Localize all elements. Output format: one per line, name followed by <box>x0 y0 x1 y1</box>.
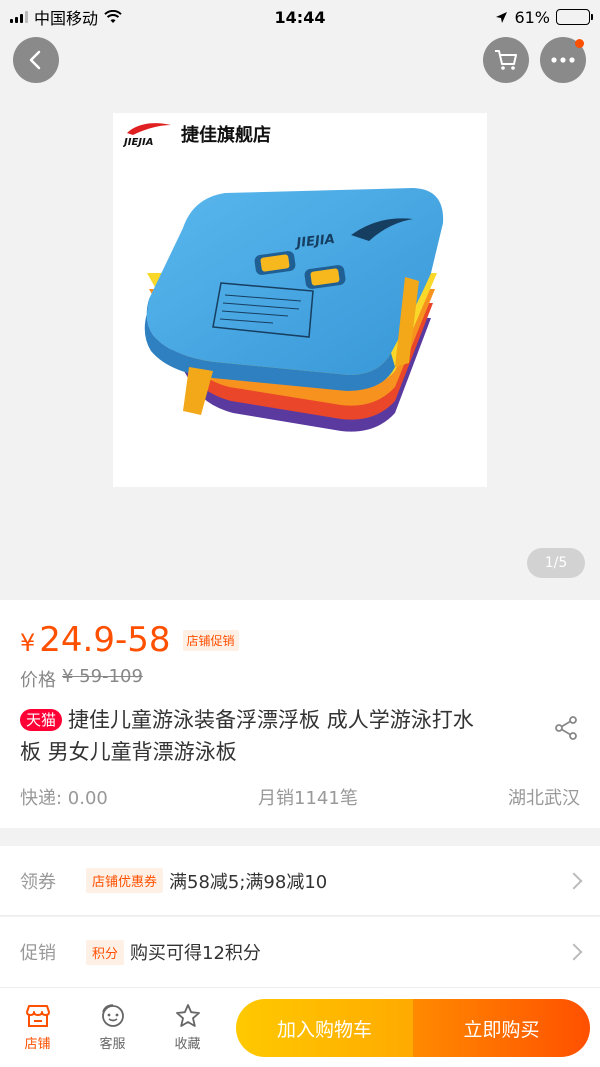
buy-now-button[interactable]: 立即购买 <box>413 999 590 1057</box>
battery-percent: 61% <box>514 7 550 27</box>
price-row: ¥ 24.9-58 店铺促销 <box>20 620 239 660</box>
favorite-label: 收藏 <box>174 1037 201 1052</box>
price-currency: ¥ <box>20 629 36 657</box>
customer-service-button[interactable]: 客服 <box>75 1003 150 1052</box>
promotion-text: 购买可得12积分 <box>130 943 261 964</box>
monthly-sales: 月销1141笔 <box>258 788 358 809</box>
product-gallery[interactable]: JIEJIA 捷佳旗舰店 JIEJIA 1/5 <box>0 0 600 600</box>
promotion-label: 促销 <box>20 943 56 964</box>
shopping-cart-icon <box>495 50 517 70</box>
back-button[interactable] <box>13 37 59 83</box>
battery-icon <box>556 9 593 25</box>
purchase-buttons: 加入购物车 立即购买 <box>236 999 590 1057</box>
product-info-card: ¥ 24.9-58 店铺促销 价格 ¥ 59-109 天猫 捷佳儿童游泳装备浮漂浮… <box>0 600 600 828</box>
notification-dot <box>575 39 584 48</box>
points-tag: 积分 <box>86 939 125 965</box>
original-price-label: 价格 <box>20 670 56 691</box>
coupon-text: 满58减5;满98减10 <box>169 871 328 893</box>
gallery-page-indicator: 1/5 <box>527 548 585 578</box>
store-label: 店铺 <box>24 1037 51 1052</box>
chevron-right-icon <box>565 872 583 889</box>
star-icon <box>175 1004 200 1027</box>
favorite-button[interactable]: 收藏 <box>150 1003 225 1052</box>
bottom-action-bar: 店铺 客服 收藏 加入购物车 立即购买 <box>0 987 600 1067</box>
coupon-row[interactable]: 领券 店铺优惠券 满58减5;满98减10 <box>0 846 600 916</box>
location-arrow-icon <box>496 11 508 23</box>
shipping-fee: 快递: 0.00 <box>20 788 108 809</box>
product-title-text: 捷佳儿童游泳装备浮漂浮板 成人学游泳打水板 男女儿童背漂游泳板 <box>20 708 474 764</box>
signal-icon <box>10 11 28 23</box>
status-right: 61% <box>495 7 593 27</box>
carrier-label: 中国移动 <box>34 9 99 28</box>
wifi-icon <box>104 10 122 23</box>
original-price: ¥ 59-109 <box>62 666 143 687</box>
cart-button[interactable] <box>483 37 529 83</box>
store-promo-tag: 店铺促销 <box>182 630 239 651</box>
chevron-right-icon <box>565 943 583 961</box>
share-button[interactable] <box>552 714 580 742</box>
more-menu-button[interactable] <box>540 37 586 83</box>
status-bar: 中国移动 14:44 61% <box>0 0 600 34</box>
ship-from-location: 湖北武汉 <box>508 788 580 809</box>
kickboard-illustration: JIEJIA <box>144 188 444 432</box>
chevron-left-icon <box>29 50 41 70</box>
status-left: 中国移动 <box>10 5 122 29</box>
more-dots-icon <box>551 57 575 63</box>
store-icon <box>25 1005 50 1027</box>
customer-service-icon <box>101 1004 124 1027</box>
store-button[interactable]: 店铺 <box>0 1003 75 1052</box>
product-image[interactable]: JIEJIA 捷佳旗舰店 JIEJIA <box>113 113 487 487</box>
meta-row: 快递: 0.00 月销1141笔 湖北武汉 <box>20 784 580 810</box>
coupon-label: 领券 <box>20 871 56 893</box>
coupon-tag: 店铺优惠券 <box>86 868 164 893</box>
share-icon <box>555 716 577 740</box>
promotion-row[interactable]: 促销 积分 购买可得12积分 <box>0 917 600 987</box>
add-to-cart-button[interactable]: 加入购物车 <box>236 999 413 1057</box>
product-title: 天猫 捷佳儿童游泳装备浮漂浮板 成人学游泳打水板 男女儿童背漂游泳板 <box>20 704 490 768</box>
current-price: 24.9-58 <box>39 620 171 660</box>
customer-service-label: 客服 <box>99 1037 126 1052</box>
tmall-badge: 天猫 <box>20 709 63 731</box>
original-price-row: 价格 ¥ 59-109 <box>20 666 143 692</box>
